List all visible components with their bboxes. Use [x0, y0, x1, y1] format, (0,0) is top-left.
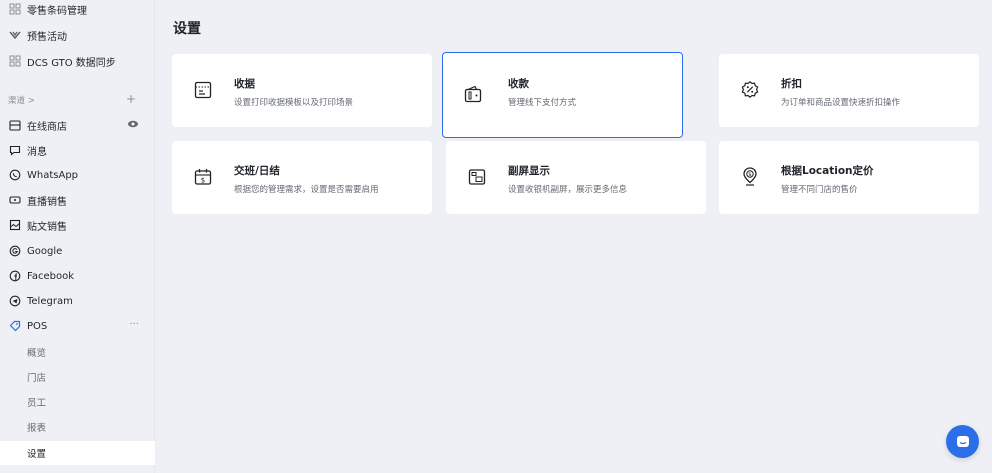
sidebar-item-label: 直播销售 — [27, 196, 67, 208]
sidebar-item-label: 预售活动 — [27, 31, 67, 43]
post-icon — [8, 219, 21, 232]
sidebar-item-label: Telegram — [27, 295, 73, 307]
sub-item-label: 报表 — [27, 423, 47, 434]
sidebar-item-label: WhatsApp — [27, 169, 79, 181]
sidebar-item-retail-barcode[interactable]: 零售条码管理 — [0, 0, 155, 21]
more-options-button[interactable]: ··· — [129, 319, 139, 330]
pos-sub-item-staff[interactable]: 员工 — [0, 390, 155, 414]
sidebar-item-label: 在线商店 — [27, 121, 67, 133]
sub-item-label: 门店 — [27, 373, 47, 384]
sub-item-label: 设置 — [27, 449, 47, 460]
pos-sub-item-stores[interactable]: 门店 — [0, 365, 155, 389]
card-title: 收据 — [234, 78, 255, 90]
barcode-icon — [8, 3, 21, 16]
sub-item-label: 员工 — [27, 398, 47, 409]
sync-icon — [8, 55, 21, 68]
add-channel-button[interactable]: + — [126, 92, 136, 106]
sidebar-item-telegram[interactable]: Telegram — [0, 289, 155, 313]
pos-sub-item-settings[interactable]: 设置 — [0, 441, 155, 465]
settings-card-discount[interactable]: 折扣 为订单和商品设置快速折扣操作 — [719, 54, 979, 127]
card-description: 设置收银机副屏，展示更多信息 — [508, 185, 628, 195]
sidebar-item-label: 贴文销售 — [27, 221, 67, 233]
sub-item-label: 概览 — [27, 348, 47, 359]
sidebar-item-label: 零售条码管理 — [27, 5, 87, 17]
sidebar-item-live-sales[interactable]: 直播销售 — [0, 188, 155, 212]
sidebar-item-label: 消息 — [27, 146, 47, 158]
facebook-icon — [8, 270, 21, 283]
pos-sub-item-overview[interactable]: 概览 — [0, 340, 155, 364]
card-title: 根据Location定价 — [781, 165, 874, 177]
sidebar-item-presale[interactable]: 预售活动 — [0, 23, 155, 47]
settings-card-receipt[interactable]: 收据 设置打印收据模板以及打印场景 — [172, 54, 432, 127]
settings-card-shift-close[interactable]: $ 交班/日结 根据您的管理需求，设置是否需要启用 — [172, 141, 432, 214]
card-title: 折扣 — [781, 78, 802, 90]
store-icon — [8, 119, 21, 132]
sidebar-item-facebook[interactable]: Facebook — [0, 264, 155, 288]
svg-text:$: $ — [748, 172, 752, 178]
card-title: 收款 — [508, 78, 529, 90]
discount-icon — [739, 79, 761, 101]
sidebar-item-label: DCS GTO 数据同步 — [27, 57, 116, 69]
wallet-icon — [462, 83, 484, 105]
settings-card-payment[interactable]: 收款 管理线下支付方式 — [442, 52, 683, 138]
chat-support-button[interactable] — [946, 425, 979, 458]
sidebar-item-label: Google — [27, 245, 63, 257]
card-description: 管理不同门店的售价 — [781, 185, 858, 195]
svg-text:$: $ — [201, 177, 205, 185]
settings-card-second-screen[interactable]: 副屏显示 设置收银机副屏，展示更多信息 — [446, 141, 706, 214]
sidebar: 零售条码管理 预售活动 DCS GTO 数据同步 渠道 > + 在线商店 消息 — [0, 0, 155, 473]
live-icon — [8, 194, 21, 207]
eye-icon[interactable] — [127, 118, 139, 130]
sidebar-item-online-store[interactable]: 在线商店 — [0, 113, 155, 137]
card-title: 交班/日结 — [234, 165, 280, 177]
pos-sub-item-reports[interactable]: 报表 — [0, 415, 155, 439]
presale-icon — [8, 29, 21, 42]
google-icon — [8, 245, 21, 258]
sidebar-item-whatsapp[interactable]: WhatsApp — [0, 163, 155, 187]
card-description: 为订单和商品设置快速折扣操作 — [781, 98, 901, 108]
location-price-icon: $ — [739, 166, 761, 188]
message-icon — [8, 144, 21, 157]
page-title: 设置 — [173, 21, 201, 37]
whatsapp-icon — [8, 169, 21, 182]
sidebar-item-pos[interactable]: POS ··· — [0, 314, 155, 338]
second-screen-icon — [466, 166, 488, 188]
sidebar-item-label: Facebook — [27, 270, 74, 282]
card-description: 设置打印收据模板以及打印场景 — [234, 98, 354, 108]
card-title: 副屏显示 — [508, 165, 550, 177]
settings-card-location-pricing[interactable]: $ 根据Location定价 管理不同门店的售价 — [719, 141, 979, 214]
pos-icon — [8, 320, 21, 333]
sidebar-item-google[interactable]: Google — [0, 239, 155, 263]
calendar-cash-icon: $ — [192, 166, 214, 188]
sidebar-item-post-sales[interactable]: 贴文销售 — [0, 213, 155, 237]
receipt-icon — [192, 79, 214, 101]
sidebar-item-messages[interactable]: 消息 — [0, 138, 155, 162]
chat-icon — [955, 434, 971, 450]
sidebar-item-dcs-sync[interactable]: DCS GTO 数据同步 — [0, 49, 155, 73]
card-description: 根据您的管理需求，设置是否需要启用 — [234, 185, 379, 195]
telegram-icon — [8, 295, 21, 308]
card-description: 管理线下支付方式 — [508, 98, 577, 108]
channels-section-label[interactable]: 渠道 > — [8, 94, 35, 106]
sidebar-item-label: POS — [27, 320, 48, 332]
